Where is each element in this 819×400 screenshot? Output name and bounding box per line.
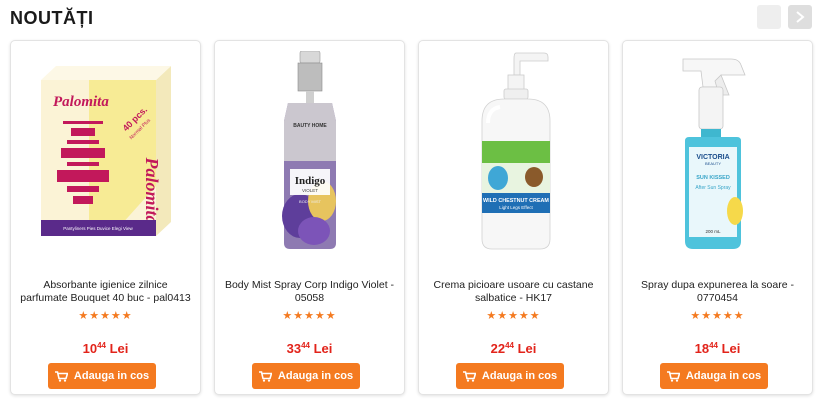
- product-card[interactable]: Palomita 40 pcs. Normal Plus Palomita Pa…: [10, 40, 201, 395]
- rating-stars: ★★★★★: [78, 310, 133, 322]
- product-title[interactable]: Absorbante igienice zilnice parfumate Bo…: [19, 279, 192, 305]
- add-to-cart-button[interactable]: Adauga in cos: [252, 363, 360, 389]
- product-price: 1844 Lei: [694, 341, 741, 356]
- product-image[interactable]: Palomita 40 pcs. Normal Plus Palomita Pa…: [11, 41, 200, 261]
- svg-text:BODY MIST: BODY MIST: [299, 199, 321, 204]
- svg-text:BAUTY HOME: BAUTY HOME: [293, 123, 327, 129]
- product-title[interactable]: Body Mist Spray Corp Indigo Violet - 050…: [223, 279, 396, 305]
- svg-text:VIOLET: VIOLET: [301, 188, 317, 193]
- add-to-cart-label: Adauga in cos: [73, 370, 150, 382]
- svg-text:WILD CHESTNUT CREAM: WILD CHESTNUT CREAM: [483, 198, 549, 204]
- product-carousel: Palomita 40 pcs. Normal Plus Palomita Pa…: [10, 40, 813, 395]
- add-to-cart-label: Adauga in cos: [685, 370, 762, 382]
- product-title[interactable]: Spray dupa expunerea la soare - 0770454: [631, 279, 804, 305]
- product-price: 1044 Lei: [82, 341, 129, 356]
- add-to-cart-label: Adauga in cos: [481, 370, 558, 382]
- product-price: 2244 Lei: [490, 341, 537, 356]
- add-to-cart-label: Adauga in cos: [277, 370, 354, 382]
- product-price: 3344 Lei: [286, 341, 333, 356]
- svg-text:VICTORIA: VICTORIA: [696, 154, 729, 161]
- section-title: NOUTĂȚI: [10, 8, 94, 28]
- add-to-cart-button[interactable]: Adauga in cos: [48, 363, 156, 389]
- add-to-cart-button[interactable]: Adauga in cos: [456, 363, 564, 389]
- product-image[interactable]: WILD CHESTNUT CREAM Light Legs Effect: [419, 41, 608, 261]
- add-to-cart-button[interactable]: Adauga in cos: [660, 363, 768, 389]
- svg-text:200 mL: 200 mL: [705, 229, 721, 234]
- svg-text:After Sun Spray: After Sun Spray: [695, 185, 731, 191]
- cart-icon: [258, 370, 272, 382]
- product-card[interactable]: VICTORIA BEAUTY SUN KISSED After Sun Spr…: [622, 40, 813, 395]
- rating-stars: ★★★★★: [282, 310, 337, 322]
- svg-text:BEAUTY: BEAUTY: [704, 161, 720, 166]
- rating-stars: ★★★★★: [486, 310, 541, 322]
- cream-pump-bottle-image: WILD CHESTNUT CREAM Light Legs Effect: [481, 52, 550, 250]
- product-image[interactable]: VICTORIA BEAUTY SUN KISSED After Sun Spr…: [623, 41, 812, 261]
- svg-text:SUN KISSED: SUN KISSED: [696, 175, 730, 181]
- product-image[interactable]: BAUTY HOME Indigo VIOLET BODY MIST: [215, 41, 404, 261]
- product-card[interactable]: BAUTY HOME Indigo VIOLET BODY MIST Body …: [214, 40, 405, 395]
- svg-text:Pantyliners Pies Duvice Elegi: Pantyliners Pies Duvice Elegi View: [63, 226, 133, 231]
- cart-icon: [54, 370, 68, 382]
- svg-text:Palomita: Palomita: [53, 94, 109, 110]
- cart-icon: [666, 370, 680, 382]
- body-mist-bottle-image: BAUTY HOME Indigo VIOLET BODY MIST: [281, 51, 336, 249]
- product-title[interactable]: Crema picioare usoare cu castane salbati…: [427, 279, 600, 305]
- svg-text:Palomita: Palomita: [142, 157, 162, 225]
- after-sun-spray-image: VICTORIA BEAUTY SUN KISSED After Sun Spr…: [682, 58, 746, 249]
- pantyliner-box-image: Palomita 40 pcs. Normal Plus Palomita Pa…: [40, 66, 171, 236]
- carousel-next-button[interactable]: [788, 5, 812, 29]
- svg-text:Indigo: Indigo: [294, 175, 325, 187]
- svg-text:Light Legs Effect: Light Legs Effect: [499, 205, 533, 210]
- cart-icon: [462, 370, 476, 382]
- chevron-right-icon: [796, 11, 805, 23]
- product-card[interactable]: WILD CHESTNUT CREAM Light Legs Effect Cr…: [418, 40, 609, 395]
- rating-stars: ★★★★★: [690, 310, 745, 322]
- carousel-prev-button[interactable]: [757, 5, 781, 29]
